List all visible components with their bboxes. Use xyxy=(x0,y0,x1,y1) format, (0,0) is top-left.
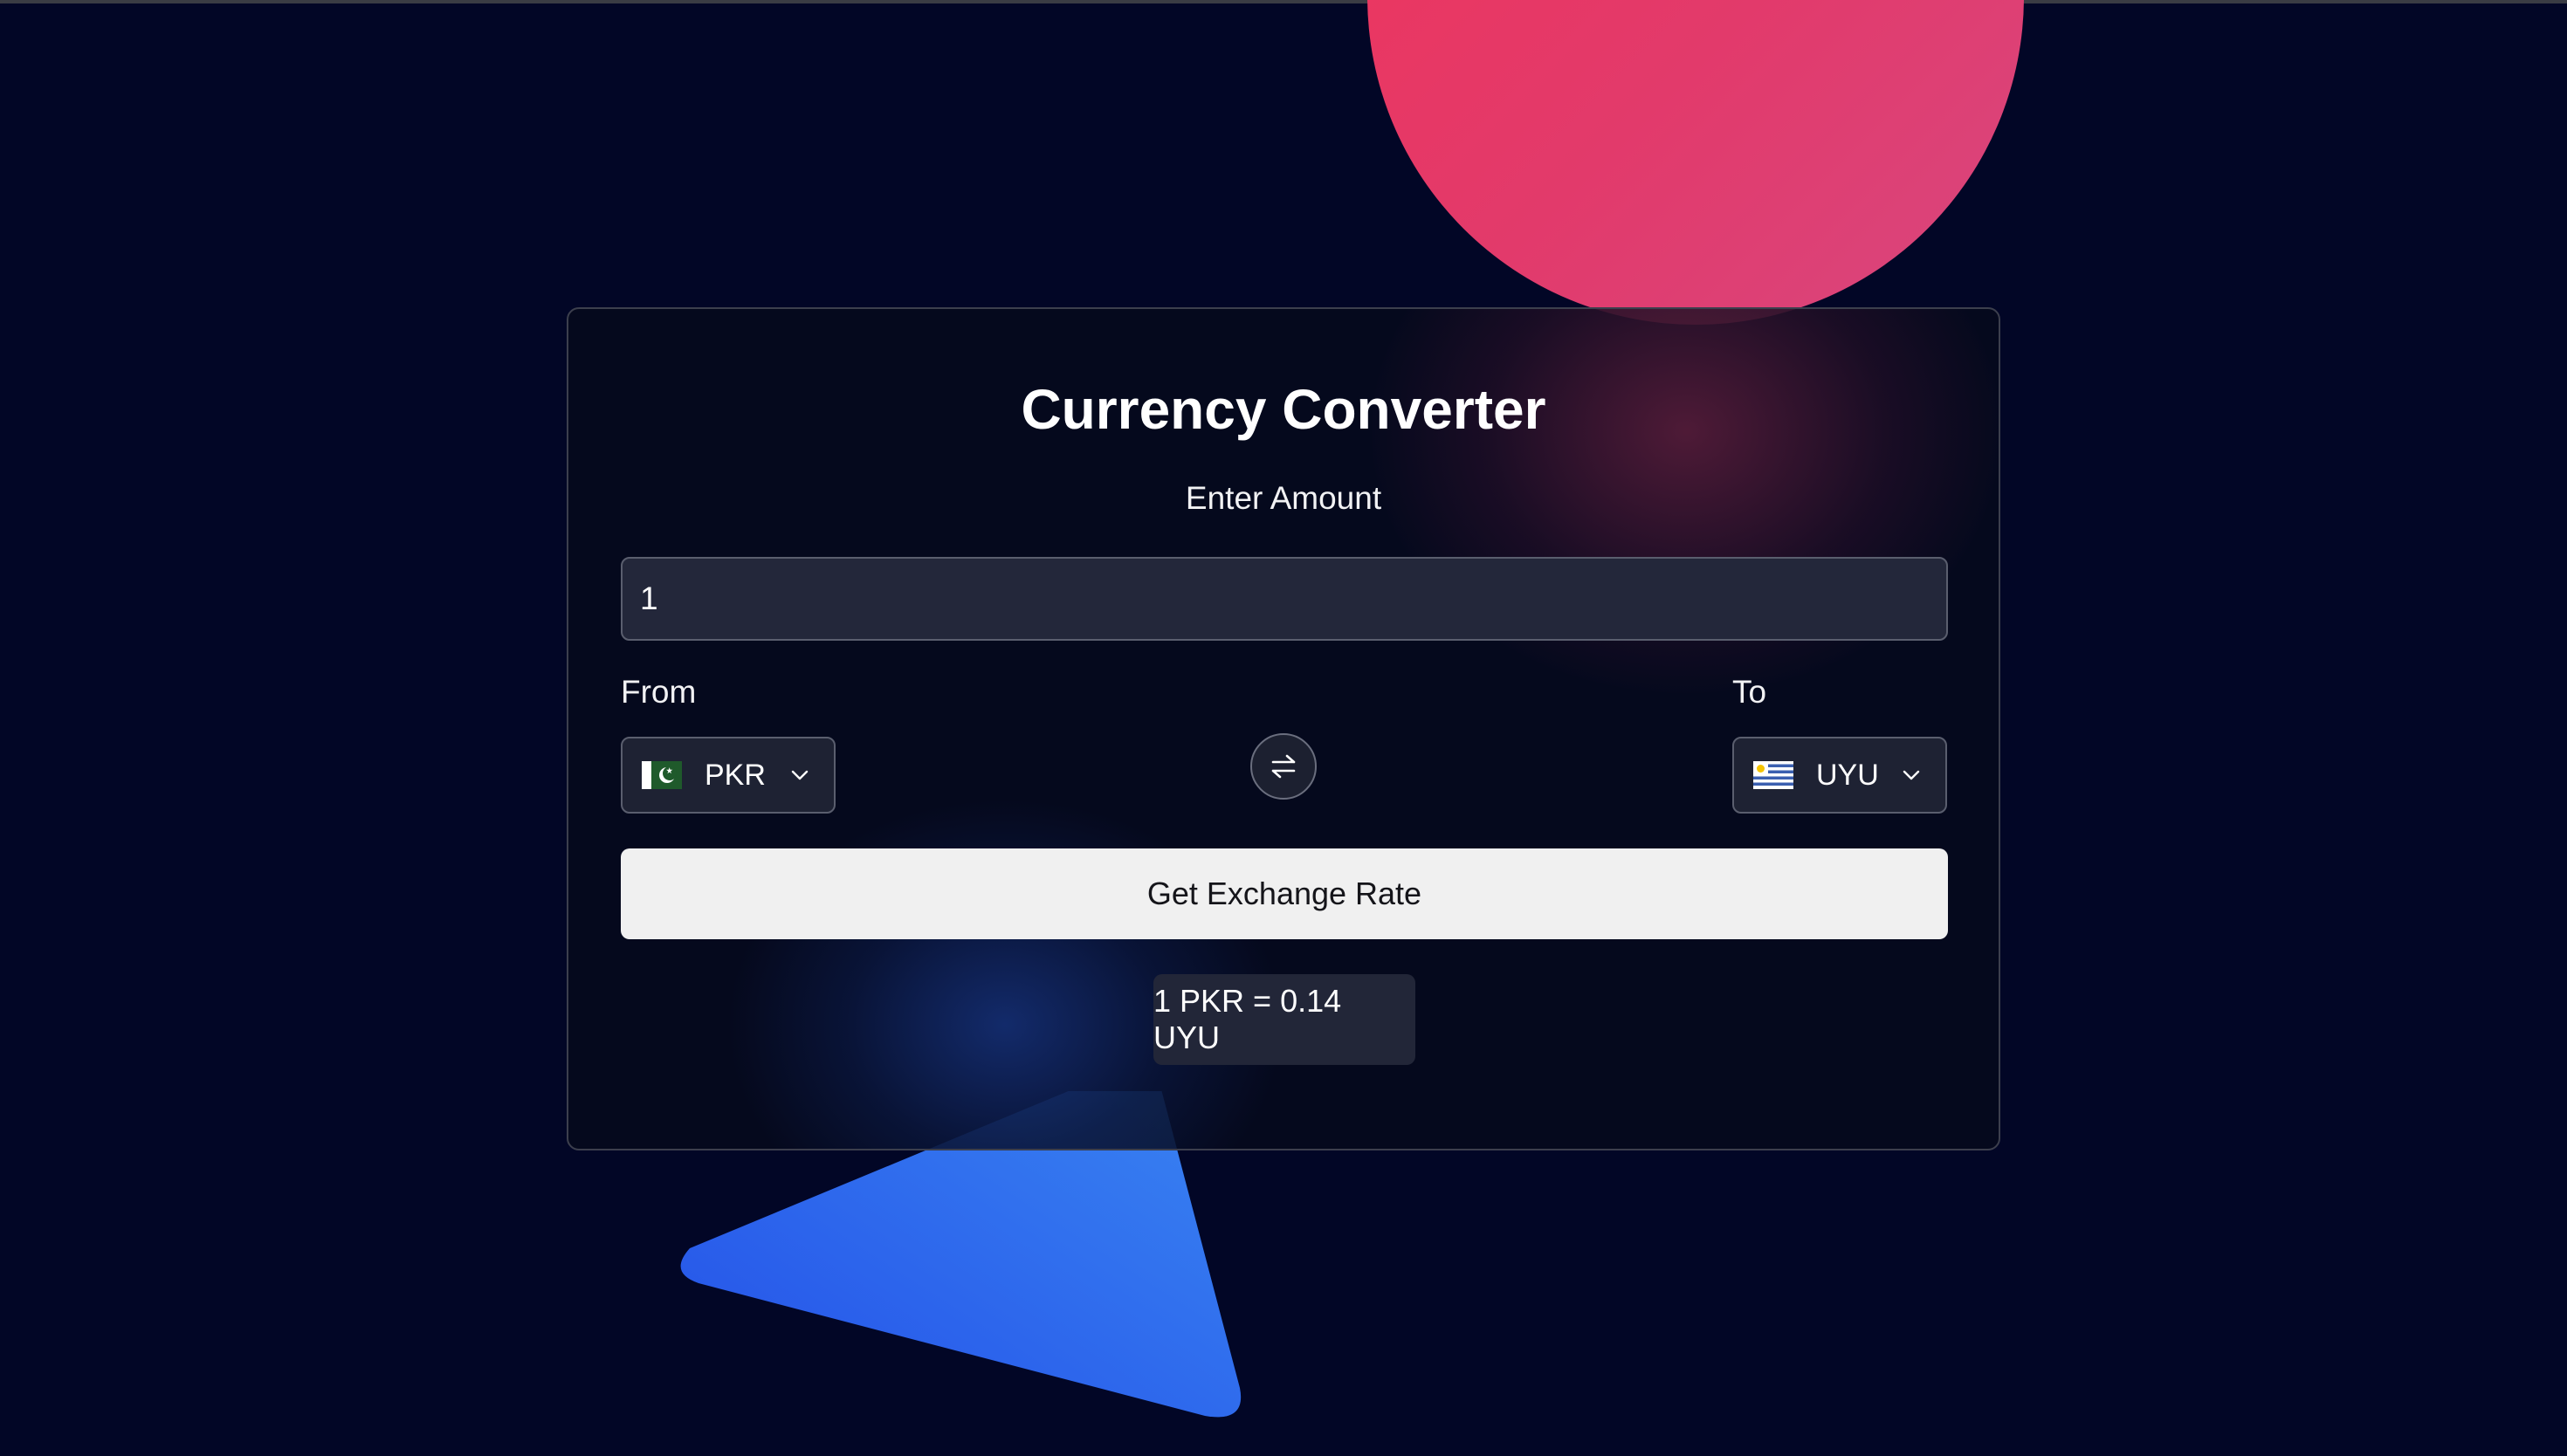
page-title: Currency Converter xyxy=(1021,378,1546,441)
window-top-border xyxy=(0,0,2567,3)
swap-arrows-icon xyxy=(1271,754,1296,779)
to-currency-select[interactable]: UYU xyxy=(1732,737,1947,814)
pakistan-flag-icon xyxy=(642,761,682,789)
chevron-down-icon xyxy=(1903,770,1920,780)
from-label: From xyxy=(621,674,697,710)
from-currency-code: PKR xyxy=(705,758,766,792)
swap-currencies-button[interactable] xyxy=(1250,733,1317,800)
decorative-circle xyxy=(1367,0,2024,325)
from-currency-select[interactable]: PKR xyxy=(621,737,836,814)
amount-label: Enter Amount xyxy=(1185,480,1382,516)
amount-input[interactable] xyxy=(621,557,1948,641)
to-label: To xyxy=(1732,674,1767,710)
to-currency-code: UYU xyxy=(1816,758,1879,792)
chevron-down-icon xyxy=(791,770,809,780)
converter-card: Currency Converter Enter Amount From To … xyxy=(567,307,2000,1150)
uruguay-flag-icon xyxy=(1753,761,1793,789)
exchange-result: 1 PKR = 0.14 UYU xyxy=(1153,974,1415,1065)
get-exchange-rate-button[interactable]: Get Exchange Rate xyxy=(621,848,1948,939)
